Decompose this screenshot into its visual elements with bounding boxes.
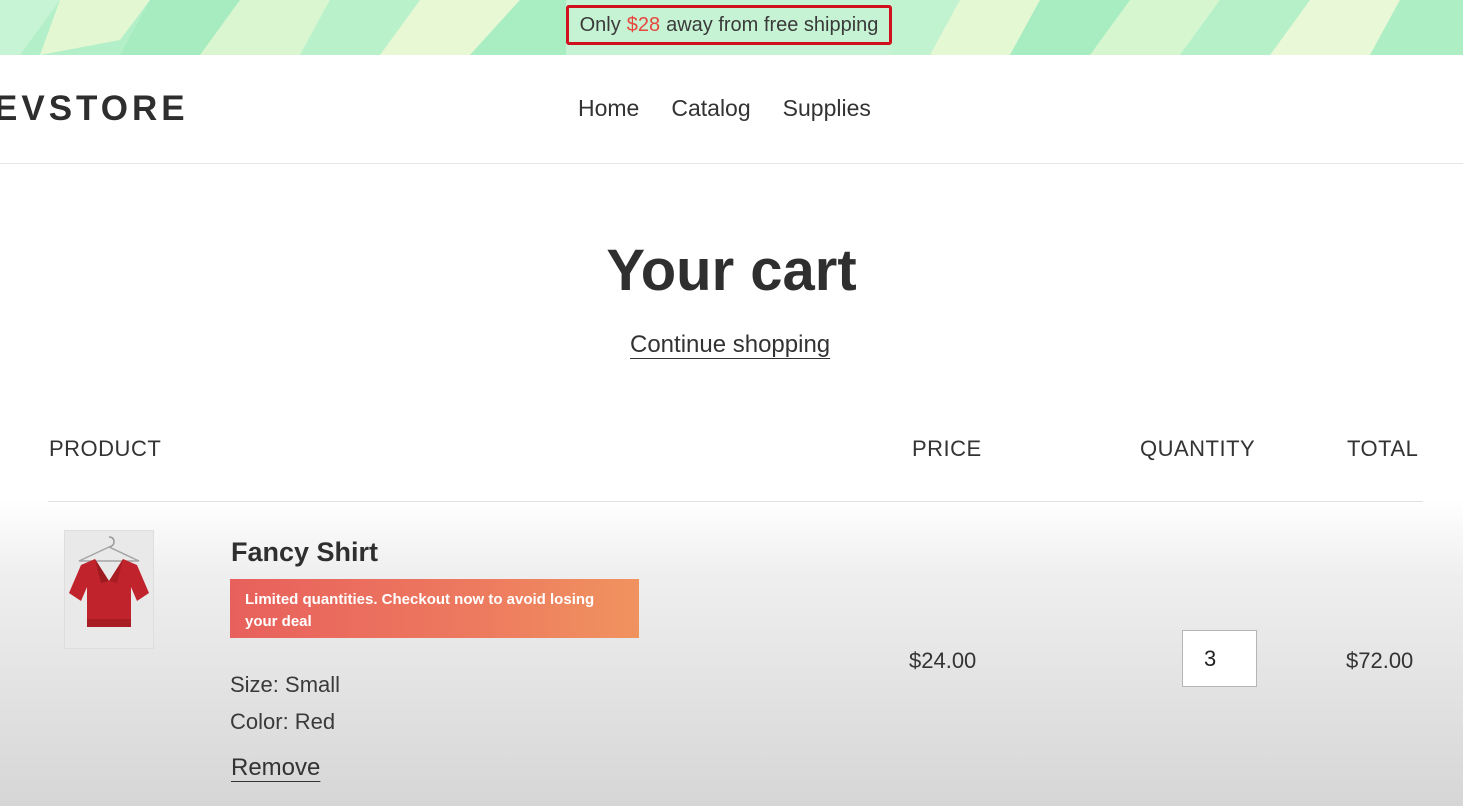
nav-link-catalog[interactable]: Catalog <box>671 95 750 122</box>
cart-item-row: Fancy Shirt Limited quantities. Checkout… <box>0 502 1463 806</box>
free-shipping-prefix: Only <box>579 13 621 36</box>
cart-page: Your cart Continue shopping PRODUCT PRIC… <box>0 164 1463 806</box>
column-header-total: TOTAL <box>1347 436 1419 461</box>
urgency-banner: Limited quantities. Checkout now to avoi… <box>230 579 639 638</box>
main-nav: Home Catalog Supplies <box>578 95 871 122</box>
column-header-price: PRICE <box>912 436 982 461</box>
red-shirt-on-hanger-icon <box>69 536 149 627</box>
site-header: EVSTORE Home Catalog Supplies <box>0 55 1463 164</box>
free-shipping-message: Only $28 away from free shipping <box>566 5 892 45</box>
item-total: $72.00 <box>1346 648 1414 673</box>
product-thumbnail[interactable] <box>64 530 154 649</box>
free-shipping-suffix: away from free shipping <box>666 13 879 36</box>
column-header-product: PRODUCT <box>49 436 162 461</box>
free-shipping-amount: $28 <box>626 13 661 36</box>
column-header-quantity: QUANTITY <box>1140 436 1256 461</box>
store-logo[interactable]: EVSTORE <box>0 89 189 129</box>
remove-item-link[interactable]: Remove <box>231 754 320 782</box>
product-name[interactable]: Fancy Shirt <box>231 537 378 568</box>
quantity-input[interactable] <box>1182 630 1257 687</box>
nav-link-home[interactable]: Home <box>578 95 639 122</box>
item-price: $24.00 <box>909 648 977 673</box>
continue-shopping-link[interactable]: Continue shopping <box>630 331 830 359</box>
announcement-bar: Only $28 away from free shipping <box>0 0 1463 55</box>
page-title: Your cart <box>606 238 857 303</box>
product-size: Size: Small <box>230 672 341 697</box>
nav-link-supplies[interactable]: Supplies <box>783 95 871 122</box>
product-color: Color: Red <box>230 709 336 734</box>
